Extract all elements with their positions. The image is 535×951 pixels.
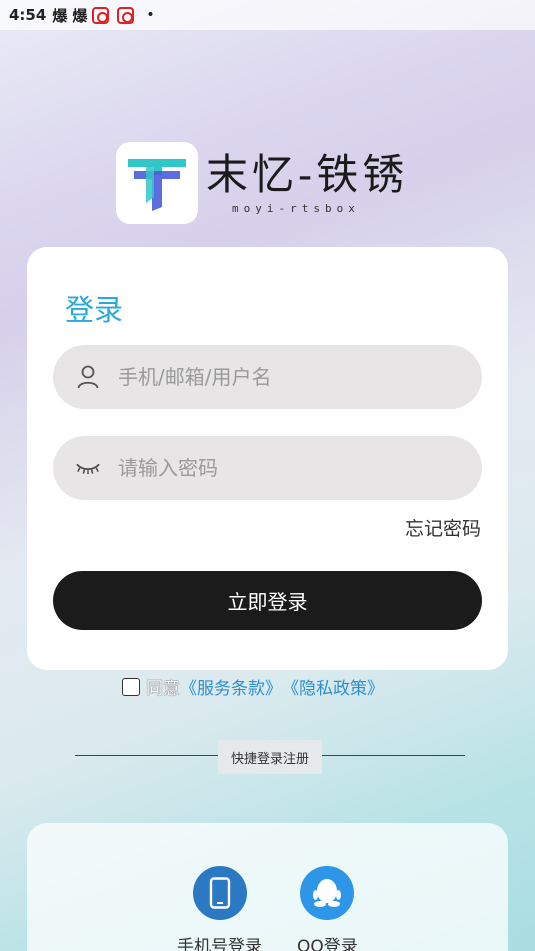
password-input[interactable] (118, 456, 448, 480)
agreement-prefix: 同意 (146, 679, 180, 699)
notification-icon (92, 6, 110, 24)
login-card: 登录 忘记密码 立即登录 (27, 247, 508, 670)
quick-login-card: 手机号登录 QQ登录 (27, 823, 508, 951)
status-glyph-1: 爆 (52, 6, 68, 25)
user-icon (76, 365, 100, 389)
status-time: 4:54 (9, 6, 47, 24)
qq-login-button[interactable]: QQ登录 (297, 866, 358, 951)
notification-icon (117, 6, 135, 24)
phone-login-label: 手机号登录 (177, 937, 262, 951)
login-title: 登录 (65, 293, 124, 327)
agreement-checkbox[interactable] (122, 677, 140, 696)
privacy-link[interactable]: 《隐私政策》 (282, 674, 384, 699)
forgot-password-link[interactable]: 忘记密码 (405, 514, 481, 541)
more-notifications-dot: • (146, 7, 155, 23)
qq-login-label: QQ登录 (297, 937, 358, 951)
status-glyph-2: 爆 (72, 6, 88, 25)
username-input[interactable] (118, 365, 448, 389)
eye-closed-icon[interactable] (76, 456, 100, 480)
app-logo: 末忆-铁锈 moyi-rtsbox (116, 142, 408, 224)
app-subtitle: moyi-rtsbox (232, 202, 360, 215)
login-button[interactable]: 立即登录 (53, 571, 482, 630)
terms-link[interactable]: 《服务条款》 (180, 674, 282, 699)
t-logo-icon (116, 142, 198, 224)
agreement-row: 同意 《服务条款》 《隐私政策》 (122, 674, 384, 699)
username-field[interactable] (53, 345, 482, 409)
quick-login-label: 快捷登录注册 (218, 740, 322, 774)
status-bar: 4:54 爆 爆 • (0, 0, 535, 30)
phone-icon (192, 866, 247, 920)
qq-penguin-icon (300, 866, 355, 920)
app-name: 末忆-铁锈 (206, 150, 409, 199)
password-field[interactable] (53, 436, 482, 500)
phone-login-button[interactable]: 手机号登录 (177, 866, 262, 951)
